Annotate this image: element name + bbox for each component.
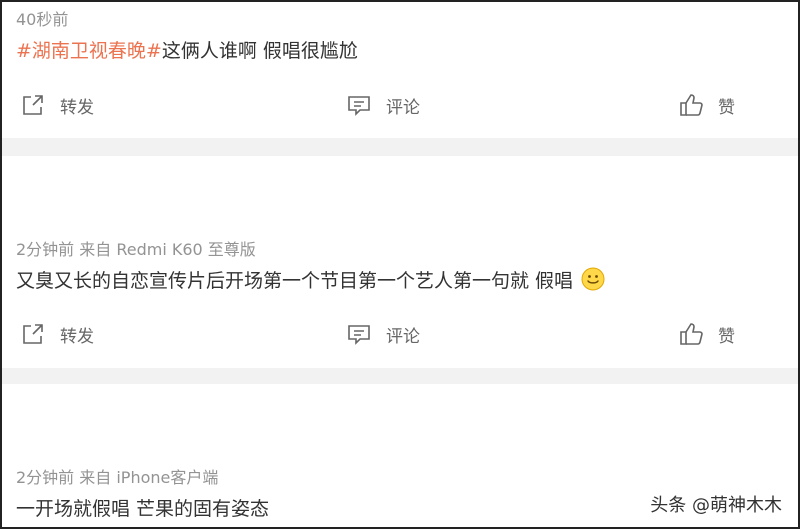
post-text: 又臭又长的自恋宣传片后开场第一个节目第一个艺人第一句就 假唱 bbox=[16, 270, 574, 292]
comment-icon bbox=[348, 96, 370, 116]
comment-label: 评论 bbox=[386, 97, 420, 118]
post-timestamp: 2分钟前 来自 Redmi K60 至尊版 bbox=[16, 240, 256, 259]
weibo-comment-feed: 40秒前 #湖南卫视春晚#这俩人谁啊 假唱很尴尬 转发 评论 赞 2分钟前 来自… bbox=[0, 0, 800, 529]
watermark: 头条 @萌神木木 bbox=[650, 495, 782, 516]
repost-label: 转发 bbox=[60, 326, 94, 347]
comment-label: 评论 bbox=[386, 326, 420, 347]
feed-divider bbox=[2, 368, 798, 384]
post-actions: 转发 评论 赞 bbox=[2, 92, 798, 122]
topic-link[interactable]: #湖南卫视春晚# bbox=[16, 40, 162, 62]
like-button[interactable]: 赞 bbox=[678, 321, 735, 347]
feed-post-2: 2分钟前 来自 Redmi K60 至尊版 又臭又长的自恋宣传片后开场第一个节目… bbox=[2, 156, 798, 368]
thumbs-up-icon bbox=[680, 94, 703, 116]
share-icon bbox=[23, 95, 43, 115]
repost-button[interactable]: 转发 bbox=[20, 321, 94, 347]
post-timestamp: 2分钟前 来自 iPhone客户端 bbox=[16, 468, 219, 487]
feed-post-1: 40秒前 #湖南卫视春晚#这俩人谁啊 假唱很尴尬 转发 评论 赞 bbox=[2, 2, 798, 138]
feed-divider bbox=[2, 138, 798, 156]
like-label: 赞 bbox=[718, 97, 735, 118]
post-content: 一开场就假唱 芒果的固有姿态 bbox=[16, 494, 269, 521]
like-label: 赞 bbox=[718, 326, 735, 347]
repost-label: 转发 bbox=[60, 97, 94, 118]
post-actions: 转发 评论 赞 bbox=[2, 321, 798, 351]
post-timestamp: 40秒前 bbox=[16, 10, 69, 29]
repost-button[interactable]: 转发 bbox=[20, 92, 94, 118]
comment-icon bbox=[348, 325, 370, 345]
post-text: 这俩人谁啊 假唱很尴尬 bbox=[161, 40, 358, 62]
comment-button[interactable]: 评论 bbox=[346, 92, 420, 118]
post-content: 又臭又长的自恋宣传片后开场第一个节目第一个艺人第一句就 假唱 bbox=[16, 266, 605, 293]
share-icon bbox=[23, 324, 43, 344]
smile-emoji bbox=[581, 267, 605, 291]
post-text: 一开场就假唱 芒果的固有姿态 bbox=[16, 498, 270, 520]
post-content: #湖南卫视春晚#这俩人谁啊 假唱很尴尬 bbox=[16, 36, 358, 63]
comment-button[interactable]: 评论 bbox=[346, 321, 420, 347]
thumbs-up-icon bbox=[680, 323, 703, 345]
like-button[interactable]: 赞 bbox=[678, 92, 735, 118]
